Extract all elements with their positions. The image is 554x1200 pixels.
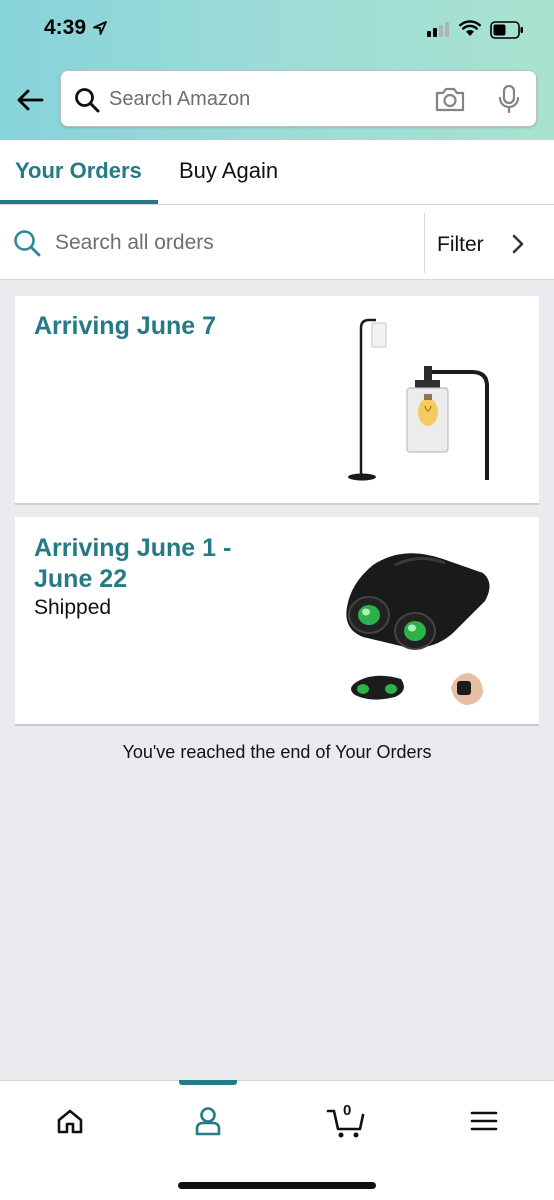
status-bar: 4:39 bbox=[0, 0, 554, 62]
battery-icon bbox=[490, 21, 523, 39]
search-icon bbox=[14, 230, 41, 257]
order-card[interactable]: Arriving June 7 bbox=[15, 296, 539, 505]
bottom-navigation: 0 bbox=[0, 1080, 554, 1200]
tab-buy-again[interactable]: Buy Again bbox=[179, 158, 278, 184]
end-of-orders-message: You've reached the end of Your Orders bbox=[122, 742, 432, 762]
filter-label: Filter bbox=[437, 233, 484, 256]
floor-lamp-image bbox=[348, 318, 489, 481]
status-time: 4:39 bbox=[44, 16, 108, 40]
location-arrow-icon bbox=[93, 21, 107, 35]
search-orders-input[interactable]: Search all orders bbox=[55, 231, 214, 255]
time-text: 4:39 bbox=[44, 16, 87, 39]
filter-button[interactable]: Filter bbox=[425, 205, 554, 280]
nav-menu[interactable] bbox=[464, 1101, 504, 1141]
home-indicator bbox=[178, 1182, 376, 1189]
back-button[interactable] bbox=[14, 84, 46, 116]
amazon-search-bar[interactable] bbox=[60, 70, 537, 127]
active-tab-indicator bbox=[0, 200, 158, 204]
search-input[interactable] bbox=[109, 83, 409, 115]
cart-count: 0 bbox=[343, 1102, 352, 1119]
cellular-signal-icon bbox=[427, 22, 449, 37]
nav-home[interactable] bbox=[50, 1101, 90, 1141]
nav-cart[interactable]: 0 bbox=[326, 1101, 366, 1141]
active-nav-indicator bbox=[179, 1080, 237, 1085]
chevron-right-icon bbox=[512, 234, 524, 254]
home-icon bbox=[57, 1109, 83, 1134]
order-status: Shipped bbox=[34, 596, 112, 619]
microphone-icon[interactable] bbox=[497, 84, 521, 114]
order-title: Arriving June 7 bbox=[34, 312, 216, 340]
orders-search-row: Search all orders Filter bbox=[0, 205, 554, 280]
binoculars-image bbox=[346, 553, 490, 705]
camera-icon[interactable] bbox=[434, 85, 466, 113]
account-icon bbox=[195, 1107, 221, 1136]
search-icon bbox=[75, 88, 100, 113]
order-title: Arriving June 1 - June 22 bbox=[34, 534, 232, 593]
tab-your-orders[interactable]: Your Orders bbox=[15, 158, 142, 184]
order-card[interactable]: Arriving June 1 - June 22 Shipped bbox=[15, 517, 539, 726]
orders-tabs: Your Orders Buy Again bbox=[0, 140, 554, 205]
back-arrow-icon bbox=[17, 89, 44, 111]
wifi-icon bbox=[459, 20, 481, 36]
menu-icon bbox=[470, 1111, 498, 1131]
nav-account[interactable] bbox=[188, 1101, 228, 1141]
header: 4:39 bbox=[0, 0, 554, 140]
